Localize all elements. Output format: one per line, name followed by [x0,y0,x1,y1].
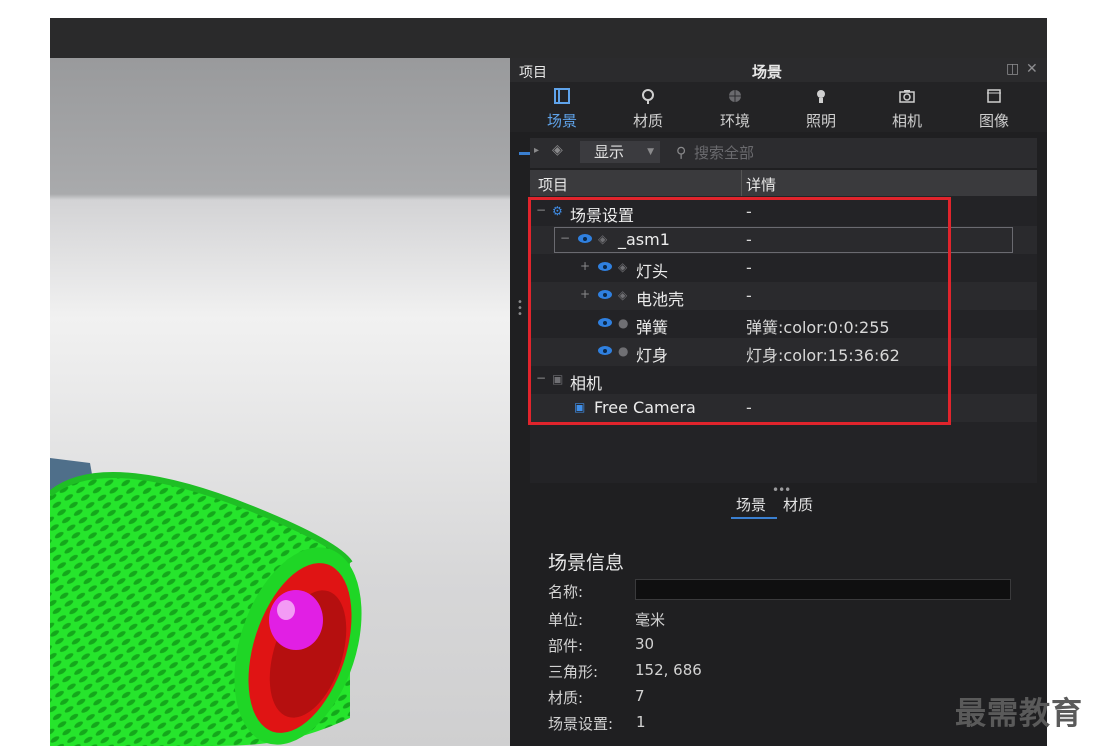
scene-settings-label: 场景设置: [548,715,614,733]
materials-label: 材质: [548,689,584,707]
search-input[interactable]: ⚲ 搜索全部 [668,140,1037,166]
column-header-detail[interactable]: 详情 [746,174,776,195]
tab-label: 相机 [891,112,922,130]
app-top-bar [50,18,1047,58]
name-label: 名称: [548,583,584,601]
column-header-item[interactable]: 项目 [538,174,568,195]
tab-label: 照明 [805,112,836,130]
lighting-icon [786,88,856,110]
search-placeholder: 搜索全部 [694,144,755,162]
close-icon[interactable]: ✕ [1026,61,1038,77]
tab-image[interactable]: 图像 [959,84,1029,132]
tab-environment[interactable]: 环境 [700,84,770,132]
search-icon: ⚲ [676,145,687,161]
material-icon [613,88,683,110]
tree-header: 项目 详情 [530,170,1037,196]
scene-icon [527,88,597,110]
watermark: 最需教育 [955,696,1083,732]
unit-value: 毫米 [635,611,666,629]
camera-icon [872,88,942,110]
image-icon [959,88,1029,110]
tab-label: 图像 [978,112,1009,130]
triangles-label: 三角形: [548,663,599,681]
bottom-tab-scene[interactable]: 场景 [736,494,766,515]
restore-icon[interactable]: ◫ [1006,61,1019,77]
tab-lighting[interactable]: 照明 [786,84,856,132]
unit-label: 单位: [548,611,584,629]
bulb [269,590,323,650]
parts-value: 30 [635,635,655,653]
bulb-highlight [277,600,295,620]
triangles-value: 152, 686 [635,661,702,679]
tab-label: 场景 [546,112,577,130]
panel-title: 场景 [752,63,783,81]
tab-camera[interactable]: 相机 [872,84,942,132]
tab-scene[interactable]: 场景 [527,84,597,132]
materials-value: 7 [635,687,645,705]
parts-label: 部件: [548,637,584,655]
scene-info-title: 场景信息 [548,552,625,574]
environment-icon [700,88,770,110]
tab-label: 材质 [632,112,663,130]
tab-label: 环境 [719,112,750,130]
bottom-tab-material[interactable]: 材质 [783,494,813,515]
display-dropdown[interactable]: 显示 ▼ [580,141,660,163]
chevron-down-icon: ▼ [647,147,654,157]
display-dropdown-label: 显示 [594,143,625,161]
bottom-tab-indicator [731,517,777,519]
panel-title-bar: 项目 场景 ◫ ✕ [510,58,1047,82]
tab-material[interactable]: 材质 [613,84,683,132]
panel-title-left: 项目 [519,65,547,81]
filter-icon[interactable]: ◈ [552,142,572,162]
scene-settings-value: 1 [636,713,646,731]
flashlight-model [50,458,362,746]
column-divider[interactable] [741,170,742,196]
panel-tabs: 场景 材质 环境 照明 相机 图像 [510,82,1047,155]
page-margin [1047,0,1107,746]
expand-arrow-icon[interactable]: ▸ [534,145,539,156]
3d-viewport[interactable] [50,58,510,746]
splitter-handle[interactable]: • • • [510,298,530,320]
tree-toolbar: ▸ ◈ 显示 ▼ ⚲ 搜索全部 [530,138,1037,168]
highlight-annotation-box [528,197,951,425]
name-field[interactable] [635,579,1011,600]
